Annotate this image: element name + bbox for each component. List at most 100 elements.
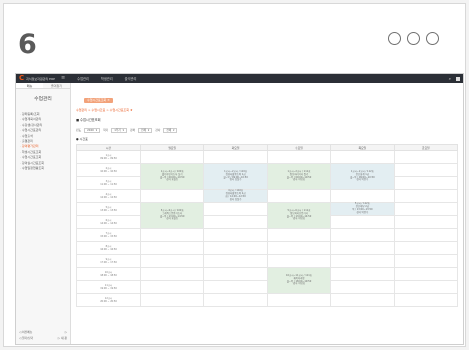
empty-slot[interactable] — [393, 176, 459, 190]
class-block[interactable]: 10교시~11교시 / 111호 재직자과정 월~목 / 18:00~19:50 강사… — [266, 267, 332, 294]
empty-slot[interactable] — [393, 150, 459, 164]
sidebar-title: 수업관리 — [34, 97, 52, 102]
empty-slot[interactable] — [266, 254, 332, 268]
year-select[interactable]: 2020 ▾ — [84, 127, 101, 133]
class-block[interactable]: 1교시~2교시 / 109호 웹디자인기능사 실기 월~목 / 09:00~10:5… — [139, 163, 205, 190]
search-icon[interactable]: ⌕ — [449, 76, 451, 81]
course-select[interactable]: 전체 ▾ — [138, 127, 153, 133]
empty-slot[interactable] — [203, 267, 268, 281]
tab-timetable[interactable]: 수업시간표조회 ✕ — [84, 97, 113, 103]
app-screenshot: C 지식정보자원관리 ERP ≡ 수업관리 학생관리 출석관리 ⌕ 메뉴 즐겨찾… — [15, 73, 464, 345]
top-right-tools: ⌕ — [449, 76, 460, 81]
empty-slot[interactable] — [330, 293, 395, 307]
class-block[interactable]: 5교시~6교시 / 109호 그래픽스운용기능사 월~목 / 13:00~14:50… — [139, 202, 205, 229]
empty-slot[interactable] — [330, 228, 395, 242]
sidebar-footer: ◁ 이전메뉴 ▷ ◁ 열기/닫기 ▷ 새 창 — [19, 329, 67, 341]
period-cell: 12교시 20:00 ~ 20:50 — [76, 293, 141, 307]
empty-slot[interactable] — [203, 202, 268, 216]
new-window-button[interactable]: ▷ 새 창 — [58, 336, 67, 340]
class-block[interactable]: 1교시~2교시 / 110호 컴퓨터활용능력 1급 월~목 / 09:00~10:5… — [203, 163, 268, 190]
instructor-select[interactable]: 전체 ▾ — [163, 127, 178, 133]
empty-slot[interactable] — [330, 267, 395, 281]
empty-slot[interactable] — [139, 189, 205, 203]
empty-slot[interactable] — [139, 254, 205, 268]
grid-menu-icon[interactable] — [456, 76, 460, 81]
empty-slot[interactable] — [139, 241, 205, 255]
empty-slot[interactable] — [330, 215, 395, 229]
empty-slot[interactable] — [139, 228, 205, 242]
table-row: 4교시 12:00 ~ 12:50 4교시 / 110호 컴퓨터활용능력 2급 화 / … — [76, 189, 459, 203]
sidebar-footer-row: ◁ 열기/닫기 ▷ 새 창 — [19, 335, 67, 341]
empty-slot[interactable] — [203, 293, 268, 307]
class-block[interactable]: 5교시 / 112호 전산세무 2급 목 / 13:00~13:50 강사 박민수 — [330, 202, 395, 216]
empty-slot[interactable] — [203, 241, 268, 255]
prev-menu-button[interactable]: ◁ 이전메뉴 — [19, 330, 32, 334]
table-row: 11교시 19:00 ~ 19:50 — [76, 280, 459, 294]
empty-slot[interactable] — [393, 267, 459, 281]
empty-slot[interactable] — [393, 228, 459, 242]
hamburger-menu-icon[interactable]: ≡ — [61, 76, 65, 81]
timetable: 시간 월요일 화요일 수요일 목요일 금요일 1교시 09:00 ~ 09:50 2교시 10:… — [76, 144, 459, 307]
empty-slot[interactable] — [393, 163, 459, 177]
logo-icon: C — [19, 74, 25, 82]
empty-slot[interactable] — [393, 280, 459, 294]
period-cell: 10교시 18:00 ~ 18:50 — [76, 267, 141, 281]
app-logo[interactable]: C 지식정보자원관리 ERP — [19, 75, 55, 82]
empty-slot[interactable] — [139, 150, 205, 164]
year-label: 년도 — [76, 128, 82, 132]
empty-slot[interactable] — [203, 215, 268, 229]
class-block[interactable]: 4교시 / 110호 컴퓨터활용능력 2급 화 / 12:00~12:50 강사 김철… — [203, 189, 268, 203]
period-cell: 7교시 15:00 ~ 15:50 — [76, 228, 141, 242]
table-row: 2교시 10:00 ~ 10:50 1교시~2교시 / 109호 웹디자인기능사 실기… — [76, 163, 459, 190]
period-cell: 6교시 14:00 ~ 14:50 — [76, 215, 141, 229]
empty-slot[interactable] — [203, 254, 268, 268]
empty-slot[interactable] — [330, 150, 395, 164]
empty-slot[interactable] — [266, 189, 332, 203]
empty-slot[interactable] — [330, 280, 395, 294]
nav-item[interactable]: 수업관리 — [77, 76, 89, 81]
empty-slot[interactable] — [266, 241, 332, 255]
next-arrow-icon[interactable]: ▷ — [65, 330, 67, 334]
toggle-menu-button[interactable]: ◁ 열기/닫기 — [19, 336, 33, 340]
period-cell: 2교시 10:00 ~ 10:50 — [76, 163, 141, 177]
empty-slot[interactable] — [393, 254, 459, 268]
empty-slot[interactable] — [203, 280, 268, 294]
empty-slot[interactable] — [266, 228, 332, 242]
circle-icon — [426, 32, 439, 45]
sidebar-tab-menu[interactable]: 메뉴 — [16, 83, 43, 88]
class-block[interactable]: 1교시~2교시 / 112호 전산회계 1급 월~목 / 09:00~10:50 강사… — [330, 163, 395, 190]
empty-slot[interactable] — [266, 150, 332, 164]
circle-icon — [407, 32, 420, 45]
empty-slot[interactable] — [393, 241, 459, 255]
class-block[interactable]: 5교시~6교시 / 111호 정보처리산업기사 월~목 / 13:00~14:50 강… — [266, 202, 332, 229]
page-title: ■ 수업시간표조회 — [76, 118, 101, 122]
period-cell: 9교시 17:00 ~ 17:50 — [76, 254, 141, 268]
period-cell: 5교시 13:00 ~ 13:50 — [76, 202, 141, 216]
nav-item[interactable]: 출석관리 — [125, 76, 137, 81]
chevron-down-icon: ▾ — [122, 128, 124, 132]
chevron-down-icon: ▾ — [95, 128, 98, 132]
empty-slot[interactable] — [330, 189, 395, 203]
logo-text: 지식정보자원관리 ERP — [26, 76, 55, 81]
sidebar-tab-favorites[interactable]: 즐겨찾기 — [43, 83, 70, 88]
empty-slot[interactable] — [330, 254, 395, 268]
filter-bar: 년도 2020 ▾ 학기 1학기 ▾ 강좌 전체 ▾ 강사 전체 ▾ — [76, 127, 458, 133]
semester-select[interactable]: 1학기 ▾ — [111, 127, 127, 133]
period-cell: 1교시 09:00 ~ 09:50 — [76, 150, 141, 164]
empty-slot[interactable] — [393, 215, 459, 229]
empty-slot[interactable] — [393, 202, 459, 216]
table-row: 6교시 14:00 ~ 14:50 — [76, 215, 459, 229]
empty-slot[interactable] — [393, 293, 459, 307]
sidebar-item[interactable]: · 수업일정현황조회 — [16, 166, 70, 171]
nav-item[interactable]: 학생관리 — [101, 76, 113, 81]
empty-slot[interactable] — [393, 189, 459, 203]
empty-slot[interactable] — [139, 293, 205, 307]
class-block[interactable]: 1교시~2교시 / 111호 정보처리기사 필기 월~목 / 09:00~10:50… — [266, 163, 332, 190]
empty-slot[interactable] — [203, 150, 268, 164]
empty-slot[interactable] — [266, 293, 332, 307]
instructor-label: 강사 — [155, 128, 161, 132]
empty-slot[interactable] — [139, 280, 205, 294]
empty-slot[interactable] — [139, 267, 205, 281]
empty-slot[interactable] — [203, 228, 268, 242]
empty-slot[interactable] — [330, 241, 395, 255]
